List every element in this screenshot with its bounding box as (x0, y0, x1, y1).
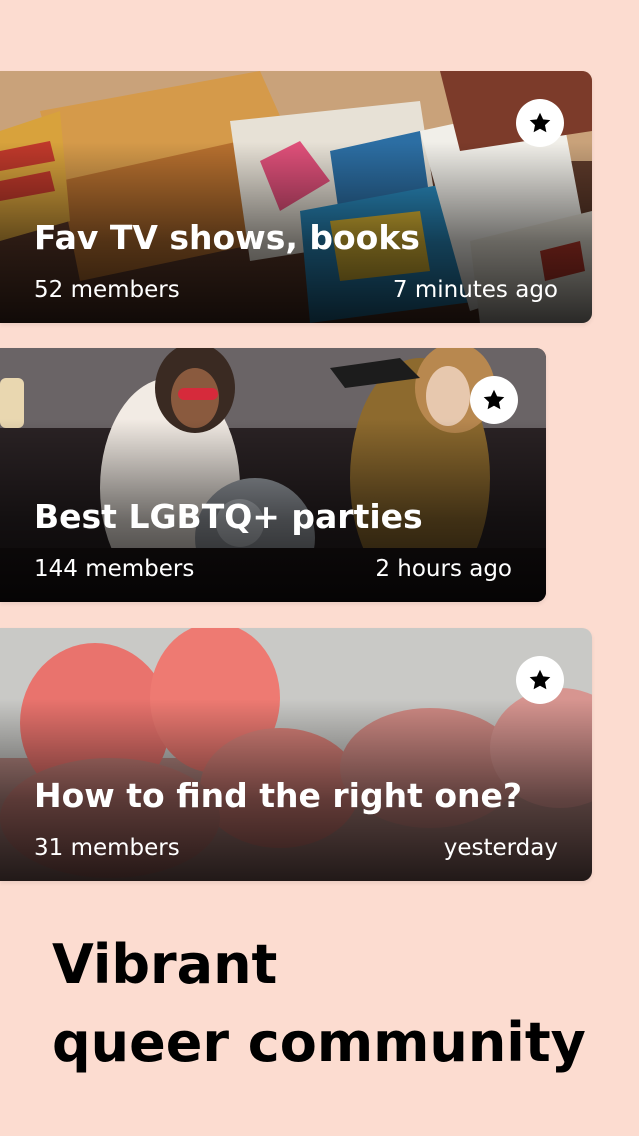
group-card[interactable]: Fav TV shows, books 52 members 7 minutes… (0, 71, 592, 323)
last-activity-time: 7 minutes ago (392, 277, 558, 303)
favorite-button[interactable] (516, 99, 564, 147)
tagline-line-2: queer community (52, 1011, 586, 1074)
group-title: How to find the right one? (34, 776, 523, 815)
group-meta: 31 members yesterday (34, 835, 558, 861)
group-meta: 52 members 7 minutes ago (34, 277, 558, 303)
group-title: Best LGBTQ+ parties (34, 497, 423, 536)
star-icon (483, 389, 505, 410)
member-count: 52 members (34, 277, 180, 303)
favorite-button[interactable] (470, 376, 518, 424)
last-activity-time: 2 hours ago (375, 556, 512, 582)
promo-tagline: Vibrant queer community (52, 926, 612, 1082)
group-card[interactable]: Best LGBTQ+ parties 144 members 2 hours … (0, 348, 546, 602)
member-count: 31 members (34, 835, 180, 861)
group-title: Fav TV shows, books (34, 218, 420, 257)
star-icon (529, 112, 551, 133)
last-activity-time: yesterday (443, 835, 558, 861)
group-card[interactable]: How to find the right one? 31 members ye… (0, 628, 592, 881)
favorite-button[interactable] (516, 656, 564, 704)
group-meta: 144 members 2 hours ago (34, 556, 512, 582)
star-icon (529, 669, 551, 690)
tagline-line-1: Vibrant (52, 933, 278, 996)
member-count: 144 members (34, 556, 195, 582)
